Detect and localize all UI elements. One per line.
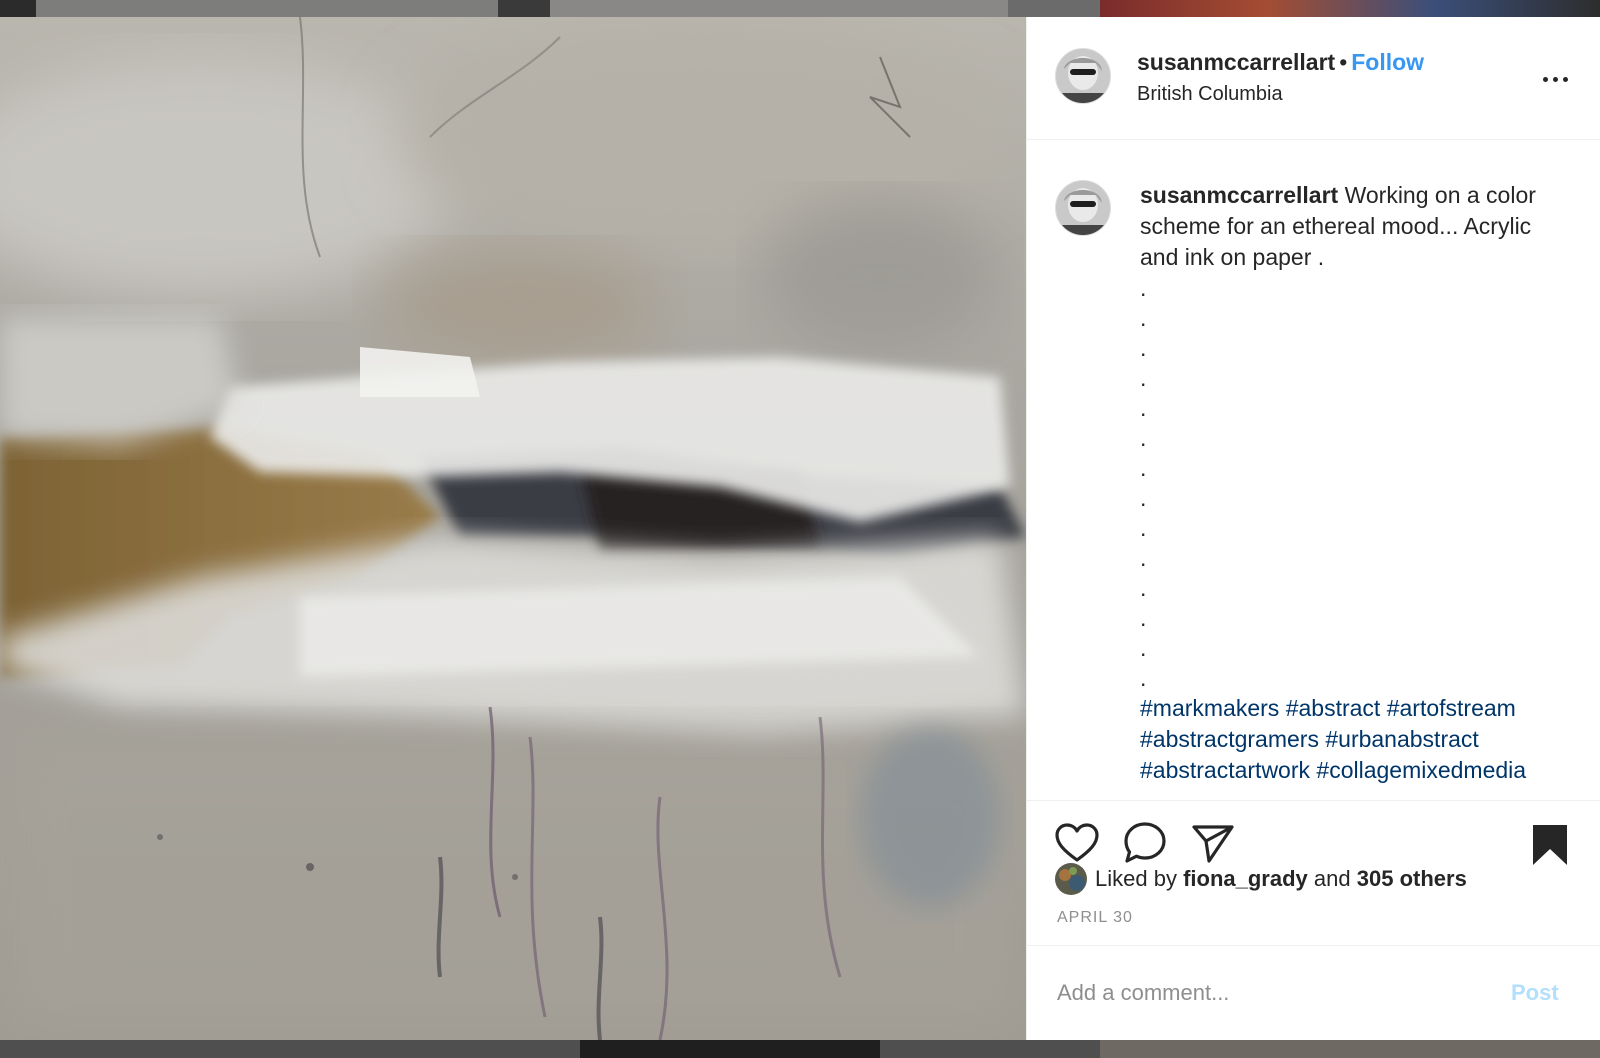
author-username[interactable]: susanmccarrellart [1137,49,1335,75]
caption-hashtags: #markmakers #abstract #artofstream #abst… [1140,693,1570,786]
caption-dot-line: . [1140,485,1147,511]
post-comment-button[interactable]: Post [1511,980,1559,1006]
more-options-icon[interactable] [1543,69,1573,89]
background-feed-top [0,0,1600,17]
liked-by-user[interactable]: fiona_grady [1183,866,1308,892]
background-feed-bottom [0,1040,1600,1058]
caption-dot-line: . [1140,305,1147,331]
caption-dot-line: . [1140,365,1147,391]
caption-dot-line: . [1140,455,1147,481]
caption-dot-line: . [1140,635,1147,661]
caption-dot-line: . [1140,515,1147,541]
hashtag-link[interactable]: #urbanabstract [1325,726,1478,752]
hashtag-link[interactable]: #abstractartwork [1140,757,1310,783]
header-author-line: susanmccarrellart • Follow [1137,49,1424,76]
caption-section: susanmccarrellart Working on a color sch… [1027,140,1600,800]
liked-by-and: and [1313,866,1351,891]
hashtag-link[interactable]: #abstractgramers [1140,726,1319,752]
post-image[interactable] [0,17,1026,1040]
hashtag-link[interactable]: #markmakers [1140,695,1279,721]
caption-dot-line: . [1140,575,1147,601]
author-avatar[interactable] [1055,48,1111,104]
caption-text-block: susanmccarrellart Working on a color sch… [1140,180,1570,786]
caption-author-username[interactable]: susanmccarrellart [1140,182,1338,208]
caption-dot-line: . [1140,545,1147,571]
separator-dot: • [1339,49,1348,75]
heart-icon[interactable] [1055,823,1099,868]
caption-dot-line: . [1140,275,1147,301]
liked-by-prefix: Liked by [1095,866,1177,891]
follow-button[interactable]: Follow [1351,49,1424,75]
hashtag-link[interactable]: #collagemixedmedia [1316,757,1526,783]
hashtag-link[interactable]: #artofstream [1387,695,1516,721]
bookmark-icon[interactable] [1531,823,1569,872]
post-details-panel: susanmccarrellart • Follow British Columbi… [1026,17,1600,1040]
share-icon[interactable] [1191,823,1235,868]
comment-composer: Post [1027,945,1600,1042]
liked-by-others[interactable]: 305 others [1357,866,1467,892]
post-actions: Liked by fiona_grady and 305 others APRI… [1027,800,1600,1041]
caption-author-avatar[interactable] [1055,180,1111,236]
comment-input[interactable] [1055,974,1479,1012]
liker-avatar[interactable] [1055,863,1087,895]
hashtag-link[interactable]: #abstract [1286,695,1381,721]
location-link[interactable]: British Columbia [1137,83,1283,106]
caption-dot-line: . [1140,425,1147,451]
likes-summary: Liked by fiona_grady and 305 others [1055,863,1467,895]
caption-dot-line: . [1140,605,1147,631]
caption-dot-line: . [1140,335,1147,361]
caption-dot-line: . [1140,665,1147,691]
post-date[interactable]: APRIL 30 [1057,909,1133,927]
caption-dot-line: . [1140,395,1147,421]
caption-dot-lines: .............. [1140,273,1570,693]
post-header: susanmccarrellart • Follow British Columbi… [1027,17,1600,140]
post-modal: susanmccarrellart • Follow British Columbi… [0,17,1600,1040]
